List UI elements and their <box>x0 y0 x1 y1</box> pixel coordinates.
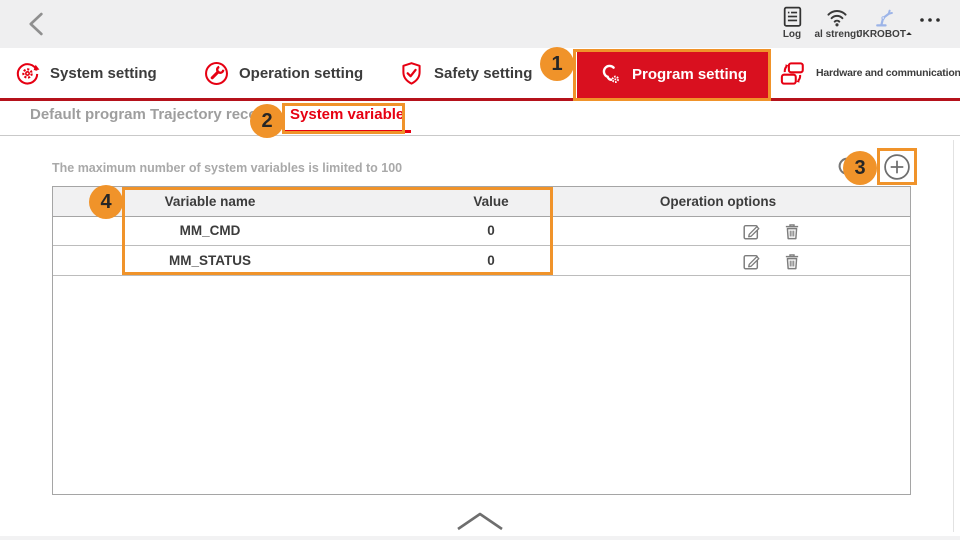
more-menu-button[interactable] <box>910 10 950 30</box>
table-header-row: Variable name Value Operation options <box>53 187 910 217</box>
cell-value: 0 <box>367 216 615 245</box>
operation-setting-icon <box>203 60 230 87</box>
subtab-divider <box>0 135 960 136</box>
expand-panel-button[interactable] <box>450 508 510 534</box>
trash-icon <box>781 250 803 272</box>
tab-label: Operation setting <box>239 65 363 82</box>
delete-button[interactable] <box>781 220 803 242</box>
tab-program-setting[interactable]: Program setting <box>577 50 768 99</box>
more-dots-icon <box>916 10 944 30</box>
system-variable-table: Variable name Value Operation options MM… <box>52 186 911 495</box>
back-button[interactable] <box>22 9 52 39</box>
plus-circle-icon <box>883 153 911 181</box>
max-variables-note: The maximum number of system variables i… <box>52 161 402 175</box>
cell-variable-name: MM_STATUS <box>53 246 367 275</box>
program-setting-icon <box>598 62 623 87</box>
dropdown-caret-icon <box>906 32 912 38</box>
trash-icon <box>781 220 803 242</box>
hardware-communication-icon <box>778 59 807 88</box>
tab-label: Hardware and communication <box>816 67 960 79</box>
signal-strength-label: al strengt <box>814 29 859 40</box>
edit-icon <box>741 220 763 242</box>
robot-arm-icon <box>871 4 897 29</box>
log-icon <box>780 4 805 29</box>
safety-setting-icon <box>398 60 425 87</box>
cell-variable-name: MM_CMD <box>53 216 367 245</box>
subtab-default-program[interactable]: Default program <box>30 106 146 123</box>
chevron-up-icon <box>450 508 510 534</box>
system-setting-icon <box>14 60 41 87</box>
log-button[interactable]: Log <box>774 4 810 40</box>
edit-button[interactable] <box>741 220 763 242</box>
edit-button[interactable] <box>741 250 763 272</box>
scrollbar-track[interactable] <box>953 140 954 532</box>
edit-icon <box>741 250 763 272</box>
subtab-system-variable[interactable]: System variable <box>290 106 404 123</box>
chevron-left-icon <box>22 9 52 39</box>
tab-system-setting[interactable]: System setting <box>14 48 157 98</box>
tab-label: System setting <box>50 65 157 82</box>
tab-safety-setting[interactable]: Safety setting <box>398 48 532 98</box>
log-label: Log <box>783 29 801 40</box>
top-status-bar: Log al strengt JKROBOT <box>0 0 960 48</box>
header-operation-options: Operation options <box>553 187 883 216</box>
table-row: MM_CMD 0 <box>53 216 910 246</box>
active-subtab-underline <box>283 130 411 133</box>
tab-label: Safety setting <box>434 65 532 82</box>
tab-hardware-communication[interactable]: Hardware and communication <box>778 48 960 98</box>
table-row: MM_STATUS 0 <box>53 246 910 276</box>
tab-label: Program setting <box>632 66 747 83</box>
cell-value: 0 <box>367 246 615 275</box>
wifi-icon <box>824 4 850 29</box>
delete-button[interactable] <box>781 250 803 272</box>
nav-underline <box>0 98 960 101</box>
header-variable-name: Variable name <box>53 187 367 216</box>
robot-name-label: JKROBOT <box>857 29 911 40</box>
bottom-edge-strip <box>0 536 960 540</box>
tab-operation-setting[interactable]: Operation setting <box>203 48 363 98</box>
refresh-button[interactable] <box>834 154 860 180</box>
add-variable-button[interactable] <box>883 153 911 181</box>
app-window: Log al strengt JKROBOT <box>0 0 960 540</box>
refresh-icon <box>834 154 860 180</box>
robot-status-button[interactable]: JKROBOT <box>858 4 910 40</box>
subtab-trajectory-record[interactable]: Trajectory record <box>150 106 273 123</box>
